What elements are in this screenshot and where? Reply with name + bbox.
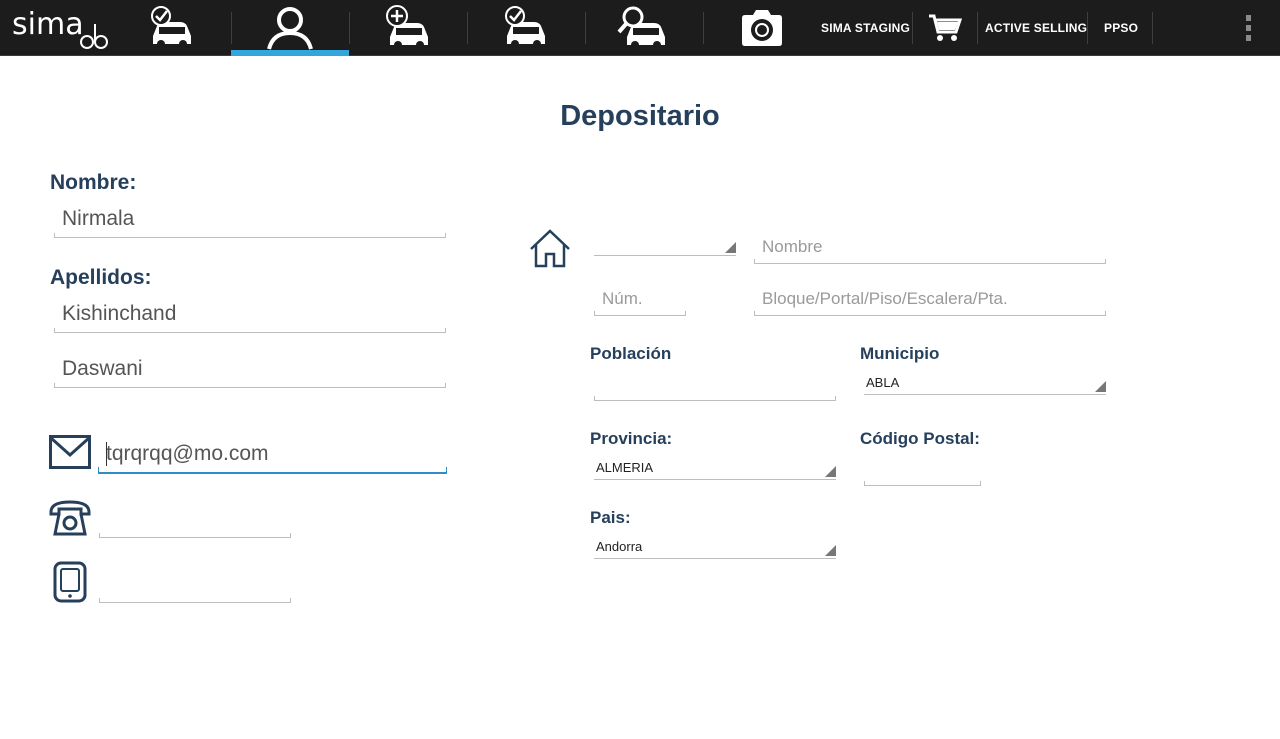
provincia-value: ALMERIA — [596, 460, 654, 475]
numero-placeholder: Núm. — [602, 289, 643, 308]
logo-text: sima — [12, 7, 84, 42]
sima-logo[interactable]: sima — [12, 4, 112, 52]
text-caret — [106, 442, 107, 466]
home-icon — [530, 229, 570, 268]
nav-car-search[interactable] — [585, 0, 703, 56]
email-value: tqrqrqq@mo.com — [106, 442, 269, 465]
mobile-field[interactable] — [99, 565, 291, 603]
nav-car-check[interactable] — [113, 0, 231, 56]
ppso-label: PPSO — [1104, 21, 1139, 35]
codigo-postal-label: Código Postal: — [860, 429, 980, 448]
car-add-icon — [386, 5, 428, 49]
nombre-label: Nombre: — [50, 171, 137, 194]
bloque-field[interactable]: Bloque/Portal/Piso/Escalera/Pta. — [754, 280, 1106, 316]
nav-camera[interactable] — [703, 0, 821, 56]
nombre-value: Nirmala — [62, 207, 135, 230]
cart-icon — [929, 14, 962, 41]
car-search-icon — [617, 6, 665, 49]
nombre-field[interactable]: Nirmala — [54, 200, 446, 238]
dropdown-arrow-icon — [825, 466, 836, 477]
provincia-select[interactable]: ALMERIA — [594, 455, 836, 480]
car-verified-icon — [505, 6, 545, 48]
pais-select[interactable]: Andorra — [594, 534, 836, 559]
sima-staging-label: SIMA STAGING — [821, 21, 911, 35]
apellido1-field[interactable]: Kishinchand — [54, 295, 446, 333]
active-selling-button[interactable]: ACTIVE SELLING — [985, 0, 1087, 56]
calle-nombre-field[interactable]: Nombre — [754, 228, 1106, 264]
car-check-icon — [151, 6, 191, 48]
nav-separator — [1152, 12, 1153, 44]
municipio-label: Municipio — [860, 344, 940, 363]
pais-label: Pais: — [590, 508, 631, 527]
apellido2-field[interactable]: Daswani — [54, 350, 446, 388]
provincia-label: Provincia: — [590, 429, 673, 448]
cart-button[interactable] — [913, 0, 977, 56]
email-field[interactable]: tqrqrqq@mo.com — [98, 434, 447, 474]
poblacion-field[interactable] — [594, 368, 836, 401]
dropdown-arrow-icon — [725, 242, 736, 253]
active-selling-label: ACTIVE SELLING — [985, 21, 1088, 35]
overflow-menu-icon[interactable] — [1236, 0, 1260, 56]
codigo-postal-field[interactable] — [864, 455, 981, 486]
phone-field[interactable] — [99, 500, 291, 538]
pais-value: Andorra — [596, 539, 643, 554]
nav-user[interactable] — [231, 0, 349, 56]
numero-field[interactable]: Núm. — [594, 280, 686, 316]
camera-icon — [742, 10, 782, 46]
sima-staging-button[interactable]: SIMA STAGING — [821, 0, 910, 56]
nav-car-add[interactable] — [349, 0, 467, 56]
phone-icon — [49, 500, 91, 536]
mobile-icon — [53, 561, 87, 603]
ppso-button[interactable]: PPSO — [1104, 0, 1138, 56]
bloque-placeholder: Bloque/Portal/Piso/Escalera/Pta. — [762, 289, 1008, 308]
apellido1-value: Kishinchand — [62, 302, 177, 325]
municipio-select[interactable]: ABLA — [864, 370, 1106, 395]
via-type-select[interactable] — [594, 230, 736, 256]
nav-separator — [977, 12, 978, 44]
email-icon — [49, 435, 91, 469]
apellido2-value: Daswani — [62, 357, 143, 380]
nav-separator — [1087, 12, 1088, 44]
municipio-value: ABLA — [866, 375, 900, 390]
calle-nombre-placeholder: Nombre — [762, 237, 823, 256]
poblacion-label: Población — [590, 344, 672, 363]
page-title: Depositario — [560, 100, 720, 132]
nav-car-verified[interactable] — [467, 0, 585, 56]
user-icon — [267, 7, 313, 50]
action-bar: sima SIMA STAGING ACTIVE SELLING PPSO — [0, 0, 1280, 56]
dropdown-arrow-icon — [1095, 381, 1106, 392]
dropdown-arrow-icon — [825, 545, 836, 556]
apellidos-label: Apellidos: — [50, 266, 152, 289]
